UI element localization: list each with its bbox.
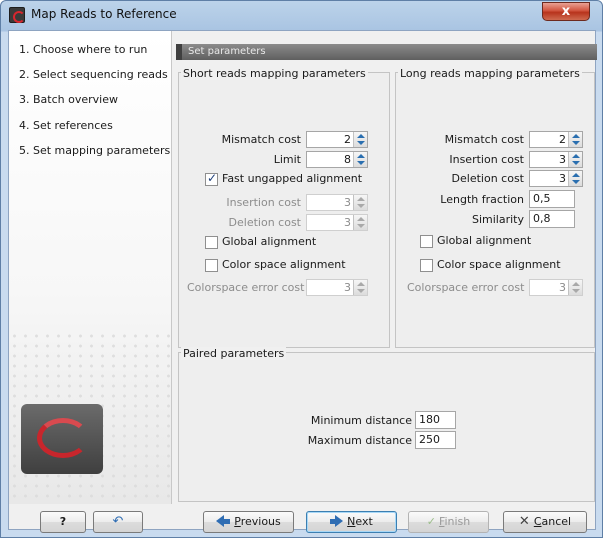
arrow-right-icon [335,515,344,527]
long-deletion-cost-label: Deletion cost [451,172,524,185]
clc-app-icon [9,7,25,23]
short-global-alignment-checkbox[interactable] [205,236,218,249]
short-color-space-checkbox[interactable] [205,259,218,272]
long-color-space-label: Color space alignment [437,258,561,271]
help-label: ? [59,515,67,528]
spinner-arrows-icon[interactable] [353,132,367,147]
long-color-space-checkbox[interactable] [420,259,433,272]
short-deletion-cost-label: Deletion cost [228,216,301,229]
long-mismatch-cost-spinner[interactable]: 2 [529,131,583,148]
step-batch-overview: 3. Batch overview [19,93,118,106]
next-label: ext [355,515,373,528]
long-deletion-cost-value: 3 [559,172,566,185]
short-insertion-cost-value: 3 [344,196,351,209]
short-reads-group-title: Short reads mapping parameters [181,67,368,80]
section-header-title: Set parameters [188,46,266,57]
arrow-left-icon [216,515,225,527]
cancel-button[interactable]: ✕ Cancel [503,511,587,533]
help-button[interactable]: ? [40,511,86,533]
spinner-arrows-icon[interactable] [568,132,582,147]
short-insertion-cost-spinner: 3 [306,194,368,211]
long-colorspace-error-value: 3 [559,281,566,294]
minimum-distance-label: Minimum distance [310,414,412,427]
previous-label: revious [240,515,281,528]
long-mismatch-cost-value: 2 [559,133,566,146]
spinner-arrows-icon[interactable] [568,171,582,186]
wizard-steps-panel: 1. Choose where to run 2. Select sequenc… [9,31,172,504]
short-insertion-cost-label: Insertion cost [226,196,301,209]
spinner-arrows-icon [353,280,367,295]
short-limit-spinner[interactable]: 8 [306,151,368,168]
similarity-label: Similarity [471,213,524,226]
spinner-arrows-icon[interactable] [353,152,367,167]
short-deletion-cost-spinner: 3 [306,214,368,231]
maximum-distance-input[interactable]: 250 [415,431,456,449]
dialog-window: Map Reads to Reference x 1. Choose where… [0,0,603,538]
finish-label: inish [444,515,471,528]
maximum-distance-label: Maximum distance [307,434,412,447]
spinner-arrows-icon [353,195,367,210]
check-icon: ✓ [426,515,436,528]
previous-button[interactable]: Previous [203,511,294,533]
spinner-arrows-icon [568,280,582,295]
length-fraction-input[interactable]: 0,5 [529,190,575,208]
dialog-client-area: 1. Choose where to run 2. Select sequenc… [8,30,597,533]
long-insertion-cost-label: Insertion cost [449,153,524,166]
next-button[interactable]: Next [306,511,397,533]
length-fraction-label: Length fraction [440,193,524,206]
spinner-arrows-icon[interactable] [568,152,582,167]
short-limit-label: Limit [273,153,301,166]
finish-button: ✓ Finish [408,511,489,533]
close-button[interactable]: x [542,2,590,21]
window-title: Map Reads to Reference [31,7,177,21]
long-colorspace-error-spinner: 3 [529,279,583,296]
long-global-alignment-label: Global alignment [437,234,532,247]
short-mismatch-cost-spinner[interactable]: 2 [306,131,368,148]
short-mismatch-cost-value: 2 [344,133,351,146]
long-deletion-cost-spinner[interactable]: 3 [529,170,583,187]
cancel-label: ancel [541,515,572,528]
reset-button[interactable]: ↶ [93,511,143,533]
long-insertion-cost-spinner[interactable]: 3 [529,151,583,168]
minimum-distance-input[interactable]: 180 [415,411,456,429]
short-colorspace-error-spinner: 3 [306,279,368,296]
long-mismatch-cost-label: Mismatch cost [444,133,524,146]
logo-swoosh-icon [37,418,89,458]
long-reads-group-title: Long reads mapping parameters [398,67,582,80]
short-mismatch-cost-label: Mismatch cost [221,133,301,146]
arrow-left-tail-icon [224,518,231,524]
step-set-references: 4. Set references [19,119,113,132]
spinner-arrows-icon [353,215,367,230]
short-colorspace-error-value: 3 [344,281,351,294]
long-global-alignment-checkbox[interactable] [420,235,433,248]
short-limit-value: 8 [344,153,351,166]
step-select-sequencing-reads: 2. Select sequencing reads [19,68,168,81]
fast-ungapped-label: Fast ungapped alignment [222,172,363,185]
step-choose-where-to-run: 1. Choose where to run [19,43,148,56]
similarity-input[interactable]: 0,8 [529,210,575,228]
cancel-mnemonic: C [533,515,542,528]
short-global-alignment-label: Global alignment [222,235,317,248]
section-header: Set parameters [176,44,597,60]
paired-group-title: Paired parameters [181,347,287,360]
undo-arrow-icon: ↶ [112,514,124,529]
fast-ungapped-checkbox[interactable] [205,171,218,186]
step-set-mapping-parameters: 5. Set mapping parameters [19,144,171,157]
short-color-space-label: Color space alignment [222,258,346,271]
clc-logo [21,404,103,474]
title-bar[interactable]: Map Reads to Reference x [1,1,602,29]
long-insertion-cost-value: 3 [559,153,566,166]
cancel-x-icon: ✕ [518,514,530,529]
short-deletion-cost-value: 3 [344,216,351,229]
long-colorspace-error-label: Colorspace error cost [407,281,525,294]
short-colorspace-error-label: Colorspace error cost [187,281,305,294]
paired-group [178,352,595,502]
